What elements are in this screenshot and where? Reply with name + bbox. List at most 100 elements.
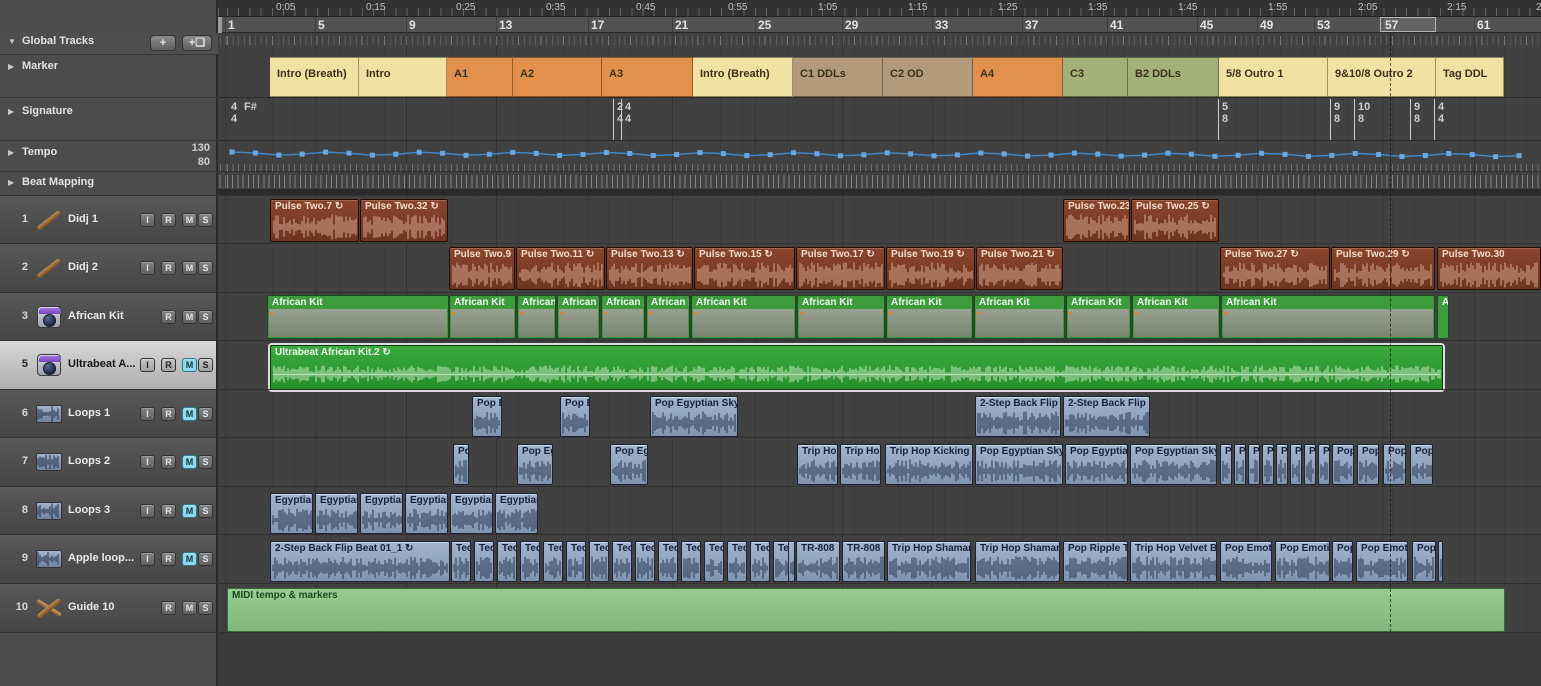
marker-segment[interactable]: A2 — [513, 57, 602, 97]
record-enable-button[interactable]: R — [161, 310, 176, 324]
marker-segment[interactable]: Intro (Breath) — [270, 57, 359, 97]
track-name[interactable]: Loops 1 — [68, 407, 140, 419]
region-apple-loop[interactable]: P — [1234, 444, 1246, 485]
solo-button[interactable]: S — [198, 552, 213, 566]
region-apple-loop[interactable]: P — [1290, 444, 1302, 485]
region-apple-loop[interactable]: Tec — [635, 541, 655, 582]
input-monitor-button[interactable]: I — [140, 358, 155, 372]
region-midi[interactable]: African Kit — [1066, 295, 1131, 339]
region-midi[interactable]: African Kit — [449, 295, 516, 339]
region-apple-loop[interactable]: Pop — [1412, 541, 1436, 582]
region-midi[interactable]: African Kit — [974, 295, 1065, 339]
region-apple-loop[interactable]: Trip Hop Kicking — [885, 444, 973, 485]
mute-button[interactable]: M — [182, 601, 197, 615]
record-enable-button[interactable]: R — [161, 601, 176, 615]
region-midi[interactable]: African Kit — [691, 295, 796, 339]
input-monitor-button[interactable]: I — [140, 504, 155, 518]
solo-button[interactable]: S — [198, 601, 213, 615]
solo-button[interactable]: S — [198, 455, 213, 469]
track-header-didj-1[interactable]: 1Didj 1IRMS — [0, 196, 216, 244]
region-midi[interactable]: African Kit — [1132, 295, 1220, 339]
solo-button[interactable]: S — [198, 213, 213, 227]
mute-button[interactable]: M — [182, 310, 197, 324]
region-audio[interactable]: Pulse Two.11 ↻ — [516, 247, 605, 290]
region-apple-loop[interactable]: Pop Egy — [610, 444, 648, 485]
region-audio[interactable]: Pulse Two.32 ↻ — [360, 199, 448, 242]
track-header-african-kit[interactable]: 3African KitRMS — [0, 293, 216, 341]
track-name[interactable]: Apple loop... — [68, 552, 140, 564]
region-apple-loop[interactable] — [1438, 541, 1443, 582]
region-apple-loop[interactable]: Tec — [520, 541, 540, 582]
region-apple-loop[interactable]: Tec — [612, 541, 632, 582]
mute-button[interactable]: M — [182, 358, 197, 372]
region-apple-loop[interactable]: Egyptian — [450, 493, 493, 534]
region-midi[interactable]: African Kit — [601, 295, 645, 339]
signature-value[interactable]: 5 8 — [1222, 101, 1228, 125]
region-midi[interactable]: African Kit — [557, 295, 600, 339]
signature-value[interactable]: 9 8 — [1334, 101, 1340, 125]
global-row-tempo[interactable]: ▶ Tempo 130 80 — [0, 144, 218, 172]
region-midi[interactable]: African Kit — [1437, 295, 1449, 339]
marker-segment[interactable]: C1 DDLs — [793, 57, 883, 97]
region-apple-loop[interactable]: P — [1248, 444, 1260, 485]
region-apple-loop[interactable]: Egyptian — [270, 493, 313, 534]
input-monitor-button[interactable]: I — [140, 213, 155, 227]
region-apple-loop[interactable]: 2-Step Back Flip Beat 01_1 ↻ — [270, 541, 450, 582]
marker-segment[interactable]: A4 — [973, 57, 1063, 97]
region-apple-loop[interactable]: Tec — [451, 541, 471, 582]
region-audio[interactable]: Pulse Two.30 — [1437, 247, 1541, 290]
region-midi-guide[interactable]: MIDI tempo & markers — [227, 588, 1505, 632]
region-apple-loop[interactable]: Pop Emoti — [1220, 541, 1272, 582]
region-midi[interactable]: African Kit — [646, 295, 690, 339]
global-row-marker[interactable]: ▶ Marker — [0, 58, 218, 98]
region-audio[interactable]: Pulse Two.25 ↻ — [1131, 199, 1219, 242]
region-apple-loop[interactable]: Pop — [1357, 444, 1379, 485]
region-audio[interactable]: Pulse Two.23 — [1063, 199, 1130, 242]
input-monitor-button[interactable]: I — [140, 552, 155, 566]
marker-segment[interactable]: C3 — [1063, 57, 1128, 97]
solo-button[interactable]: S — [198, 358, 213, 372]
global-tracks-header[interactable]: ▼ Global Tracks + +❏ — [0, 33, 218, 54]
region-apple-loop[interactable]: Pop Egyptian Sky — [650, 396, 738, 437]
region-apple-loop[interactable]: Tec — [681, 541, 701, 582]
region-apple-loop[interactable]: Egyptian — [495, 493, 538, 534]
record-enable-button[interactable]: R — [161, 407, 176, 421]
signature-value[interactable]: 9 8 — [1414, 101, 1420, 125]
marker-segment[interactable]: 9&10/8 Outro 2 — [1328, 57, 1436, 97]
disclosure-closed-icon[interactable]: ▶ — [8, 62, 14, 71]
region-audio[interactable]: Pulse Two.17 ↻ — [796, 247, 885, 290]
region-audio-selected[interactable]: Ultrabeat African Kit.2 ↻ — [270, 345, 1443, 390]
region-apple-loop[interactable]: Trip Hop Velvet B — [1130, 541, 1217, 582]
region-audio[interactable]: Pulse Two.27 ↻ — [1220, 247, 1330, 290]
region-apple-loop[interactable]: Trip Hop Shaman — [887, 541, 971, 582]
track-header-ultrabeat-a-[interactable]: 5Ultrabeat A...IRMS — [0, 341, 216, 389]
region-midi[interactable]: African Kit — [1221, 295, 1435, 339]
region-apple-loop[interactable]: 2-Step Back Flip E — [1063, 396, 1150, 437]
region-midi[interactable]: African Kit — [517, 295, 556, 339]
record-enable-button[interactable]: R — [161, 504, 176, 518]
track-header-loops-1[interactable]: 6Loops 1IRMS — [0, 390, 216, 438]
region-apple-loop[interactable]: Pop — [1383, 444, 1406, 485]
track-header-loops-3[interactable]: 8Loops 3IRMS — [0, 487, 216, 535]
track-name[interactable]: African Kit — [68, 310, 140, 322]
input-monitor-button[interactable]: I — [140, 407, 155, 421]
record-enable-button[interactable]: R — [161, 552, 176, 566]
record-enable-button[interactable]: R — [161, 261, 176, 275]
region-apple-loop[interactable]: P — [1304, 444, 1316, 485]
marker-segment[interactable]: Intro — [359, 57, 447, 97]
region-apple-loop[interactable]: Trip Ho — [840, 444, 881, 485]
region-midi[interactable]: African Kit — [797, 295, 885, 339]
region-apple-loop[interactable]: Egyptian — [405, 493, 448, 534]
region-apple-loop[interactable]: Tec — [474, 541, 494, 582]
region-apple-loop[interactable]: Pop — [1332, 444, 1354, 485]
signature-value[interactable]: 4 4 — [625, 101, 631, 125]
record-enable-button[interactable]: R — [161, 358, 176, 372]
region-apple-loop[interactable]: Egyptian — [315, 493, 358, 534]
track-header-apple-loop-[interactable]: 9Apple loop...IRMS — [0, 535, 216, 583]
region-apple-loop[interactable]: Pop Ripple T — [1063, 541, 1128, 582]
key-signature-value[interactable]: F# — [244, 101, 257, 113]
record-enable-button[interactable]: R — [161, 213, 176, 227]
bar-ruler[interactable]: 15913172125293337414549535761 — [218, 17, 1541, 33]
region-audio[interactable]: Pulse Two.15 ↻ — [694, 247, 795, 290]
region-apple-loop[interactable]: Pop Egy — [560, 396, 590, 437]
